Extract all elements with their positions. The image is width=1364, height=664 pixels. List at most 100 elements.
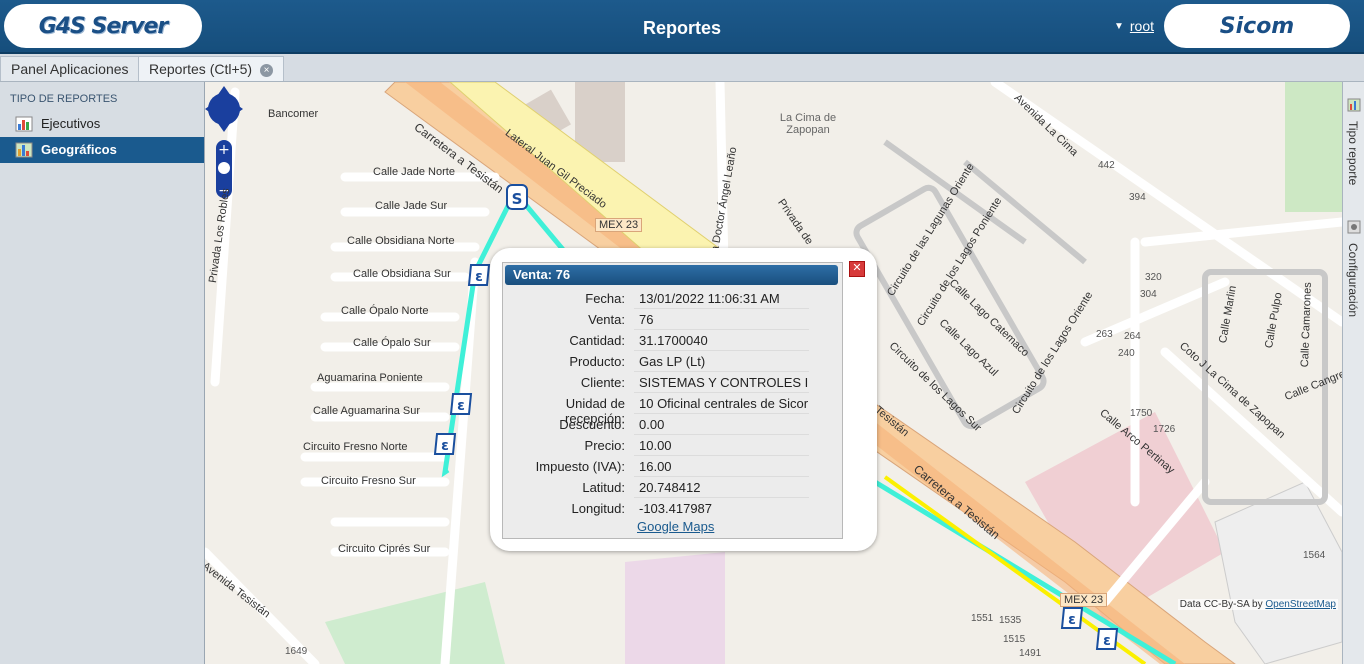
sale-info-popup: Venta: 76 Fecha: 13/01/2022 11:06:31 AM V…: [490, 248, 877, 551]
sale-marker-icon[interactable]: ε: [1060, 605, 1086, 631]
info-row: Cliente: SISTEMAS Y CONTROLES I: [503, 372, 842, 393]
map-chart-icon: [15, 142, 33, 158]
info-row: Producto: Gas LP (Lt): [503, 351, 842, 372]
area-label: La Cima de Zapopan: [779, 112, 837, 136]
house-number: 263: [1096, 329, 1113, 340]
info-value: -103.417987: [639, 501, 713, 516]
info-value: 13/01/2022 11:06:31 AM: [639, 291, 780, 306]
info-key: Cliente:: [580, 375, 625, 390]
info-key: Impuesto (IVA):: [535, 459, 625, 474]
street-label: Calle Ópalo Sur: [353, 337, 431, 349]
settings-icon: [1347, 220, 1361, 234]
svg-text:ε: ε: [441, 438, 449, 454]
street-label: Calle Obsidiana Norte: [347, 235, 455, 247]
report-item-label: Ejecutivos: [41, 116, 101, 131]
svg-text:ε: ε: [1103, 633, 1111, 649]
google-maps-link[interactable]: Google Maps: [637, 519, 714, 534]
app-header: G4S Server Reportes ▼ root Sicom: [0, 0, 1364, 54]
house-number: 1535: [999, 615, 1022, 626]
info-key: Fecha:: [585, 291, 625, 306]
svg-text:ε: ε: [1068, 612, 1076, 628]
close-tab-icon[interactable]: ×: [260, 63, 274, 77]
vertical-tab-label: Configuración: [1346, 243, 1360, 318]
tab-configuracion[interactable]: Configuración: [1345, 220, 1363, 317]
house-number: 1750: [1130, 408, 1153, 419]
info-row: Cantidad: 31.1700040: [503, 330, 842, 351]
house-number: 394: [1129, 192, 1146, 203]
tab-panel-aplicaciones[interactable]: Panel Aplicaciones: [0, 56, 140, 81]
chevron-down-icon[interactable]: ▼: [1114, 21, 1124, 32]
sale-marker-icon[interactable]: ε: [1095, 626, 1121, 652]
page-title: Reportes: [642, 18, 722, 38]
house-number: 240: [1118, 348, 1135, 359]
report-item-ejecutivos[interactable]: Ejecutivos: [0, 111, 204, 137]
svg-text:ε: ε: [475, 269, 483, 285]
street-label: Calle Aguamarina Sur: [313, 405, 421, 417]
info-row: Unidad de recepción: 10 Oficinal centrale…: [503, 393, 842, 426]
info-row: Venta: 76: [503, 309, 842, 330]
info-key: Longitud:: [571, 501, 626, 516]
sicom-logo: Sicom: [1164, 4, 1350, 48]
info-row: Impuesto (IVA): 16.00: [503, 456, 842, 477]
sale-marker-icon[interactable]: ε: [449, 391, 475, 417]
right-side-panel: Tipo reporte Configuración: [1342, 82, 1364, 664]
svg-text:S: S: [512, 190, 523, 208]
highway-shield: MEX 23: [595, 218, 643, 232]
gas-station-marker[interactable]: S: [505, 184, 531, 210]
info-value: 10 Oficinal centrales de Sicor: [639, 396, 809, 411]
info-value: 31.1700040: [639, 333, 708, 348]
info-key: Latitud:: [582, 480, 625, 495]
close-popup-icon[interactable]: ✕: [849, 261, 865, 277]
info-value: SISTEMAS Y CONTROLES I: [639, 375, 809, 390]
report-item-label: Geográficos: [41, 142, 117, 157]
house-number: 1515: [1003, 634, 1026, 645]
user-link[interactable]: root: [1130, 18, 1154, 34]
house-number: 320: [1145, 272, 1162, 283]
poi-label: Bancomer: [268, 108, 319, 120]
svg-text:ε: ε: [457, 398, 465, 414]
report-type-icon: [1347, 98, 1361, 112]
map-attribution: Data CC-By-SA by OpenStreetMap: [1177, 599, 1338, 610]
info-row: Precio: 10.00: [503, 435, 842, 456]
report-type-panel: TIPO DE REPORTES Ejecutivos Geográficos: [0, 82, 205, 664]
report-item-geograficos[interactable]: Geográficos: [0, 137, 204, 163]
house-number: 442: [1098, 160, 1115, 171]
info-row: Longitud: -103.417987: [503, 498, 842, 519]
house-number: 1551: [971, 613, 994, 624]
user-menu[interactable]: ▼ root: [1114, 18, 1154, 34]
tab-tipo-reporte[interactable]: Tipo reporte: [1345, 98, 1363, 185]
street-label: Calle Ópalo Norte: [341, 305, 429, 317]
sale-marker-icon[interactable]: ε: [433, 431, 459, 457]
info-value: 20.748412: [639, 480, 701, 495]
house-number: 304: [1140, 289, 1157, 300]
info-value: 0.00: [639, 417, 665, 432]
svg-text:+: +: [218, 142, 230, 158]
info-row: Fecha: 13/01/2022 11:06:31 AM: [503, 288, 842, 309]
house-number: 1649: [285, 646, 308, 657]
info-value: 16.00: [639, 459, 672, 474]
street-label: Circuito Ciprés Sur: [338, 543, 431, 555]
info-value: Gas LP (Lt): [639, 354, 706, 369]
house-number: 1491: [1019, 648, 1042, 659]
street-label: Calle Jade Sur: [375, 200, 448, 212]
panel-title: TIPO DE REPORTES: [10, 93, 118, 105]
house-number: 264: [1124, 331, 1141, 342]
street-label: Circuito Fresno Norte: [303, 441, 408, 453]
openstreetmap-link[interactable]: OpenStreetMap: [1265, 599, 1336, 610]
info-row: Latitud: 20.748412: [503, 477, 842, 498]
tab-reportes[interactable]: Reportes (Ctl+5) ×: [138, 56, 285, 81]
info-key: Venta:: [588, 312, 625, 327]
street-label: Aguamarina Poniente: [317, 372, 423, 384]
info-value: 10.00: [639, 438, 672, 453]
vertical-tab-label: Tipo reporte: [1346, 121, 1360, 186]
info-value: 76: [639, 312, 654, 327]
info-key: Cantidad:: [569, 333, 625, 348]
sale-info-panel: Venta: 76 Fecha: 13/01/2022 11:06:31 AM V…: [502, 262, 843, 539]
street-label: Calle Obsidiana Sur: [353, 268, 451, 280]
popup-title: Venta: 76: [505, 265, 838, 285]
bar-chart-icon: [15, 116, 33, 132]
info-key: Precio:: [584, 438, 625, 453]
info-key: Producto:: [569, 354, 625, 369]
info-row: Descuento: 0.00: [503, 414, 842, 435]
map-zoom-control[interactable]: + −: [205, 82, 243, 202]
